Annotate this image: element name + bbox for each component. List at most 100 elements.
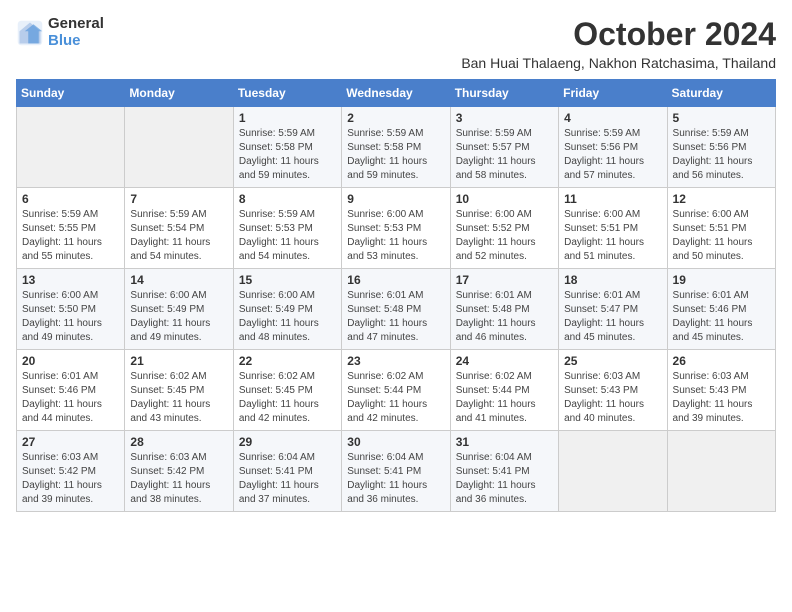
logo-general-text: General — [48, 16, 104, 33]
calendar-cell — [667, 431, 775, 512]
calendar-cell: 25 Sunrise: 6:03 AMSunset: 5:43 PMDayligh… — [559, 350, 667, 431]
day-info: Sunrise: 5:59 AMSunset: 5:57 PMDaylight:… — [456, 128, 536, 181]
weekday-header-sunday: Sunday — [17, 80, 125, 107]
calendar-cell — [559, 431, 667, 512]
calendar-cell — [125, 107, 233, 188]
day-info: Sunrise: 6:04 AMSunset: 5:41 PMDaylight:… — [347, 452, 427, 505]
calendar-cell: 3 Sunrise: 5:59 AMSunset: 5:57 PMDaylight… — [450, 107, 558, 188]
weekday-header-thursday: Thursday — [450, 80, 558, 107]
day-info: Sunrise: 5:59 AMSunset: 5:56 PMDaylight:… — [564, 128, 644, 181]
day-info: Sunrise: 6:04 AMSunset: 5:41 PMDaylight:… — [456, 452, 536, 505]
logo-icon — [16, 19, 44, 47]
calendar-cell: 16Sunrise: 6:01 AMSunset: 5:48 PMDayligh… — [342, 269, 450, 350]
day-number: 29 — [239, 435, 336, 449]
calendar-cell: 17 Sunrise: 6:01 AMSunset: 5:48 PMDayligh… — [450, 269, 558, 350]
day-info: Sunrise: 6:00 AMSunset: 5:49 PMDaylight:… — [130, 290, 210, 343]
calendar-cell: 8 Sunrise: 5:59 AMSunset: 5:53 PMDaylight… — [233, 188, 341, 269]
calendar-cell: 5Sunrise: 5:59 AMSunset: 5:56 PMDaylight… — [667, 107, 775, 188]
day-info: Sunrise: 6:02 AMSunset: 5:45 PMDaylight:… — [239, 371, 319, 424]
calendar-cell: 4 Sunrise: 5:59 AMSunset: 5:56 PMDaylight… — [559, 107, 667, 188]
day-number: 24 — [456, 354, 553, 368]
day-info: Sunrise: 5:59 AMSunset: 5:56 PMDaylight:… — [673, 128, 753, 181]
day-number: 10 — [456, 192, 553, 206]
day-number: 30 — [347, 435, 444, 449]
day-number: 3 — [456, 111, 553, 125]
calendar-cell: 20 Sunrise: 6:01 AMSunset: 5:46 PMDayligh… — [17, 350, 125, 431]
day-info: Sunrise: 6:01 AMSunset: 5:46 PMDaylight:… — [22, 371, 102, 424]
day-info: Sunrise: 5:59 AMSunset: 5:55 PMDaylight:… — [22, 209, 102, 262]
weekday-header-monday: Monday — [125, 80, 233, 107]
day-number: 25 — [564, 354, 661, 368]
calendar-cell: 26 Sunrise: 6:03 AMSunset: 5:43 PMDayligh… — [667, 350, 775, 431]
calendar-cell: 28 Sunrise: 6:03 AMSunset: 5:42 PMDayligh… — [125, 431, 233, 512]
title-block: October 2024 Ban Huai Thalaeng, Nakhon R… — [461, 16, 776, 71]
day-info: Sunrise: 6:04 AMSunset: 5:41 PMDaylight:… — [239, 452, 319, 505]
calendar-cell: 14 Sunrise: 6:00 AMSunset: 5:49 PMDayligh… — [125, 269, 233, 350]
day-info: Sunrise: 6:00 AMSunset: 5:50 PMDaylight:… — [22, 290, 102, 343]
day-number: 22 — [239, 354, 336, 368]
day-info: Sunrise: 6:03 AMSunset: 5:42 PMDaylight:… — [22, 452, 102, 505]
day-number: 8 — [239, 192, 336, 206]
location-subtitle: Ban Huai Thalaeng, Nakhon Ratchasima, Th… — [461, 55, 776, 71]
day-info: Sunrise: 5:59 AMSunset: 5:58 PMDaylight:… — [239, 128, 319, 181]
calendar-cell: 23 Sunrise: 6:02 AMSunset: 5:44 PMDayligh… — [342, 350, 450, 431]
day-number: 14 — [130, 273, 227, 287]
weekday-header-tuesday: Tuesday — [233, 80, 341, 107]
calendar-cell: 12 Sunrise: 6:00 AMSunset: 5:51 PMDayligh… — [667, 188, 775, 269]
day-number: 1 — [239, 111, 336, 125]
calendar-cell: 6 Sunrise: 5:59 AMSunset: 5:55 PMDaylight… — [17, 188, 125, 269]
day-info: Sunrise: 6:00 AMSunset: 5:52 PMDaylight:… — [456, 209, 536, 262]
day-number: 17 — [456, 273, 553, 287]
day-number: 4 — [564, 111, 661, 125]
day-number: 20 — [22, 354, 119, 368]
day-info: Sunrise: 5:59 AMSunset: 5:53 PMDaylight:… — [239, 209, 319, 262]
day-info: Sunrise: 6:03 AMSunset: 5:42 PMDaylight:… — [130, 452, 210, 505]
weekday-header-friday: Friday — [559, 80, 667, 107]
day-info: Sunrise: 6:02 AMSunset: 5:44 PMDaylight:… — [347, 371, 427, 424]
logo: General Blue — [16, 16, 104, 49]
day-info: Sunrise: 6:00 AMSunset: 5:51 PMDaylight:… — [673, 209, 753, 262]
day-number: 7 — [130, 192, 227, 206]
calendar-table: SundayMondayTuesdayWednesdayThursdayFrid… — [16, 79, 776, 512]
day-info: Sunrise: 6:02 AMSunset: 5:44 PMDaylight:… — [456, 371, 536, 424]
day-info: Sunrise: 6:01 AMSunset: 5:47 PMDaylight:… — [564, 290, 644, 343]
weekday-header-saturday: Saturday — [667, 80, 775, 107]
calendar-cell: 7 Sunrise: 5:59 AMSunset: 5:54 PMDaylight… — [125, 188, 233, 269]
calendar-cell: 30 Sunrise: 6:04 AMSunset: 5:41 PMDayligh… — [342, 431, 450, 512]
day-number: 28 — [130, 435, 227, 449]
calendar-cell: 18 Sunrise: 6:01 AMSunset: 5:47 PMDayligh… — [559, 269, 667, 350]
month-title: October 2024 — [461, 16, 776, 53]
calendar-cell: 13Sunrise: 6:00 AMSunset: 5:50 PMDayligh… — [17, 269, 125, 350]
day-info: Sunrise: 6:03 AMSunset: 5:43 PMDaylight:… — [564, 371, 644, 424]
calendar-cell: 22 Sunrise: 6:02 AMSunset: 5:45 PMDayligh… — [233, 350, 341, 431]
calendar-cell: 1 Sunrise: 5:59 AMSunset: 5:58 PMDaylight… — [233, 107, 341, 188]
calendar-cell: 27 Sunrise: 6:03 AMSunset: 5:42 PMDayligh… — [17, 431, 125, 512]
calendar-cell: 24 Sunrise: 6:02 AMSunset: 5:44 PMDayligh… — [450, 350, 558, 431]
page-header: General Blue October 2024 Ban Huai Thala… — [16, 16, 776, 71]
calendar-cell: 9Sunrise: 6:00 AMSunset: 5:53 PMDaylight… — [342, 188, 450, 269]
day-info: Sunrise: 6:03 AMSunset: 5:43 PMDaylight:… — [673, 371, 753, 424]
day-number: 18 — [564, 273, 661, 287]
day-number: 2 — [347, 111, 444, 125]
day-number: 12 — [673, 192, 770, 206]
calendar-cell: 11Sunrise: 6:00 AMSunset: 5:51 PMDayligh… — [559, 188, 667, 269]
day-info: Sunrise: 6:01 AMSunset: 5:48 PMDaylight:… — [456, 290, 536, 343]
day-number: 21 — [130, 354, 227, 368]
day-info: Sunrise: 5:59 AMSunset: 5:54 PMDaylight:… — [130, 209, 210, 262]
calendar-week-3: 13Sunrise: 6:00 AMSunset: 5:50 PMDayligh… — [17, 269, 776, 350]
calendar-cell: 15Sunrise: 6:00 AMSunset: 5:49 PMDayligh… — [233, 269, 341, 350]
day-number: 6 — [22, 192, 119, 206]
day-number: 23 — [347, 354, 444, 368]
day-info: Sunrise: 6:00 AMSunset: 5:49 PMDaylight:… — [239, 290, 319, 343]
weekday-header-row: SundayMondayTuesdayWednesdayThursdayFrid… — [17, 80, 776, 107]
calendar-week-5: 27 Sunrise: 6:03 AMSunset: 5:42 PMDayligh… — [17, 431, 776, 512]
day-info: Sunrise: 6:01 AMSunset: 5:46 PMDaylight:… — [673, 290, 753, 343]
calendar-week-4: 20 Sunrise: 6:01 AMSunset: 5:46 PMDayligh… — [17, 350, 776, 431]
day-number: 27 — [22, 435, 119, 449]
day-info: Sunrise: 6:02 AMSunset: 5:45 PMDaylight:… — [130, 371, 210, 424]
day-number: 31 — [456, 435, 553, 449]
day-number: 19 — [673, 273, 770, 287]
day-number: 26 — [673, 354, 770, 368]
weekday-header-wednesday: Wednesday — [342, 80, 450, 107]
day-info: Sunrise: 5:59 AMSunset: 5:58 PMDaylight:… — [347, 128, 427, 181]
